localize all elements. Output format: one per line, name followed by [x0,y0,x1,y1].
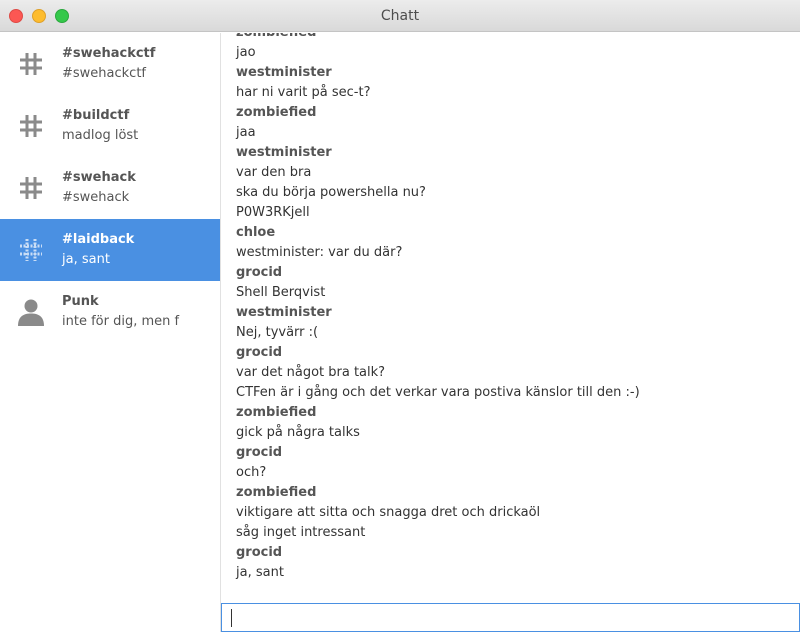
message-author: grocid [236,265,283,280]
conversation-preview: ja, sant [62,252,110,267]
message-group: grocid Shell Berqvist [236,263,800,303]
message-group: zombiefied gick på några talks [236,403,800,443]
message-text: viktigare att sitta och snagga dret och … [236,505,541,520]
message-group: grocid var det något bra talk? CTFen är … [236,343,800,403]
message-text: ska du börja powershella nu? [236,185,426,200]
message-author: westminister [236,65,332,80]
maximize-window-button[interactable] [55,9,69,23]
minimize-window-button[interactable] [32,9,46,23]
sidebar-item-swehack[interactable]: #swehack #swehack [0,157,220,219]
hash-icon [0,219,62,281]
sidebar-item-punk[interactable]: Punk inte för dig, men f [0,281,220,343]
message-author: grocid [236,445,283,460]
close-window-button[interactable] [9,9,23,23]
message-text: Shell Berqvist [236,285,326,300]
conversation-name: Punk [62,294,99,309]
message-author: chloe [236,225,276,240]
message-text: jaa [236,125,256,140]
message-group: zombiefied jao [236,33,800,63]
message-group: grocid ja, sant [236,543,800,583]
message-input-box[interactable] [221,603,800,632]
message-group: zombiefied jaa [236,103,800,143]
conversation-preview: madlog löst [62,128,139,143]
message-author: zombiefied [236,33,800,43]
message-group: westminister var den bra ska du börja po… [236,143,800,223]
message-author: grocid [236,545,283,560]
message-group: zombiefied viktigare att sitta och snagg… [236,483,800,543]
message-text: Nej, tyvärr :( [236,325,319,340]
window-controls [9,9,69,23]
conversation-name: #laidback [62,232,135,247]
message-author: westminister [236,145,332,160]
message-input[interactable] [222,604,799,631]
message-text: westminister: var du där? [236,245,403,260]
message-group: chloe westminister: var du där? [236,223,800,263]
message-text: var den bra [236,165,312,180]
message-text: jao [236,45,256,60]
message-text: såg inget intressant [236,525,366,540]
message-group: westminister Nej, tyvärr :( [236,303,800,343]
conversation-preview: inte för dig, men f [62,314,180,329]
conversation-name: #swehackctf [62,46,156,61]
window-title: Chatt [380,7,420,24]
person-icon [0,281,62,343]
message-author: westminister [236,305,332,320]
conversation-preview: #swehack [62,190,130,205]
conversation-preview: #swehackctf [62,66,146,81]
message-text: P0W3RKjell [236,205,310,220]
message-text: och? [236,465,267,480]
message-text: har ni varit på sec-t? [236,85,371,100]
message-group: westminister har ni varit på sec-t? [236,63,800,103]
message-author: grocid [236,345,283,360]
message-log[interactable]: zombiefied jao westminister har ni varit… [222,33,800,600]
conversation-list: #swehackctf #swehackctf #buildctf madlog… [0,33,221,632]
conversation-name: #buildctf [62,108,130,123]
sidebar-item-buildctf[interactable]: #buildctf madlog löst [0,95,220,157]
hash-icon [0,157,62,219]
title-bar: Chatt [0,0,800,32]
message-author: zombiefied [236,105,317,120]
message-author: zombiefied [236,405,317,420]
message-text: CTFen är i gång och det verkar vara post… [236,385,640,400]
message-text: ja, sant [236,565,284,580]
message-group: grocid och? [236,443,800,483]
hash-icon [0,95,62,157]
message-text: var det något bra talk? [236,365,386,380]
sidebar-item-swehackctf[interactable]: #swehackctf #swehackctf [0,33,220,95]
hash-icon [0,33,62,95]
message-author: zombiefied [236,485,317,500]
message-text: gick på några talks [236,425,360,440]
sidebar-item-laidback[interactable]: #laidback ja, sant [0,219,220,281]
conversation-name: #swehack [62,170,136,185]
